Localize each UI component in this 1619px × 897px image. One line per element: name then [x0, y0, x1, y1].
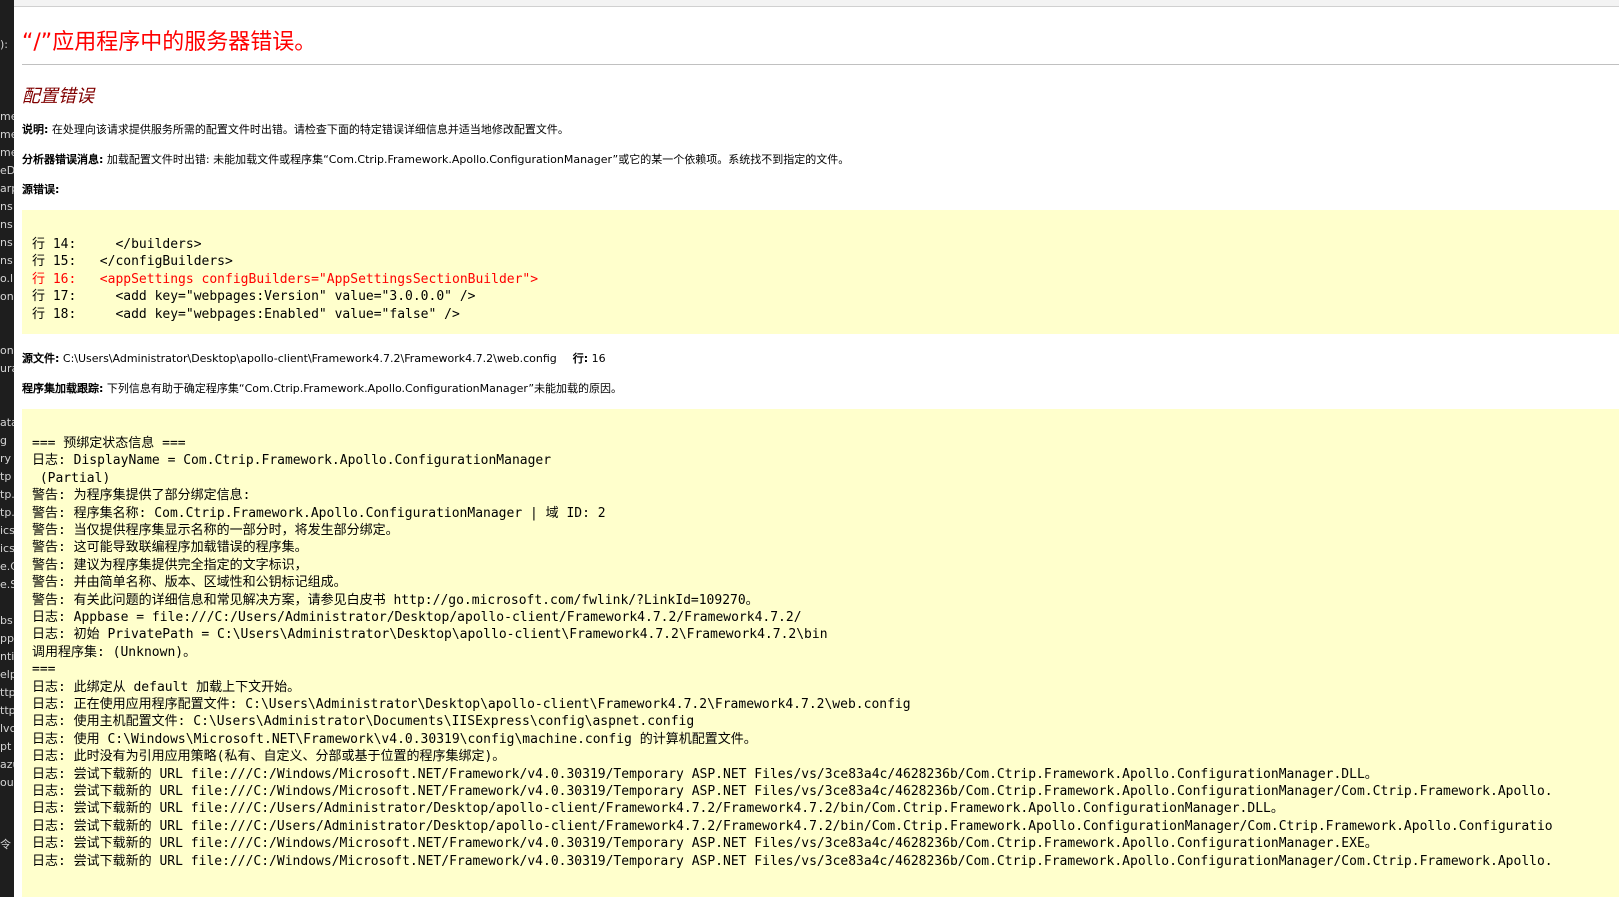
- source-file-path: C:\Users\Administrator\Desktop\apollo-cl…: [59, 352, 557, 365]
- trace-line: 警告: 为程序集提供了部分绑定信息:: [32, 488, 251, 504]
- side-panel-text: eD: [0, 164, 14, 177]
- side-panel-text: tp: [0, 470, 12, 483]
- trace-line: 日志: 尝试下载新的 URL file:///C:/Windows/Micros…: [32, 784, 1553, 799]
- side-panel-text: tp.: [0, 506, 14, 519]
- assembly-trace-text: 下列信息有助于确定程序集“Com.Ctrip.Framework.Apollo.…: [103, 382, 623, 395]
- error-page: “/”应用程序中的服务器错误。 配置错误 说明: 在处理向该请求提供服务所需的配…: [22, 0, 1619, 897]
- trace-line: ===: [32, 662, 56, 678]
- side-panel-text: ata: [0, 416, 14, 429]
- trace-line: 警告: 有关此问题的详细信息和常见解决方案，请参见白皮书 http://go.m…: [32, 592, 759, 608]
- side-panel-text: azu: [0, 758, 14, 771]
- side-panel-text: ics: [0, 524, 14, 537]
- trace-line: 警告: 建议为程序集提供完全指定的文字标识，: [32, 557, 308, 573]
- side-panel-text: ):: [0, 38, 8, 51]
- line-number: 16: [588, 352, 606, 365]
- source-line: 行 14: </builders>: [32, 237, 202, 252]
- side-panel-text: e.C: [0, 560, 14, 573]
- source-line: 行 18: <add key="webpages:Enabled" value=…: [32, 306, 460, 322]
- parser-error-line: 分析器错误消息: 加载配置文件时出错: 未能加载文件或程序集“Com.Ctrip…: [22, 151, 849, 167]
- source-code-box: 行 14: </builders> 行 15: </configBuilders>…: [22, 210, 1619, 334]
- side-panel-text: one: [0, 344, 14, 357]
- section-title: 配置错误: [22, 86, 94, 107]
- trace-line: === 预绑定状态信息 ===: [32, 436, 186, 451]
- side-panel-text: ns: [0, 218, 13, 231]
- trace-line: 警告: 并由简单名称、版本、区域性和公钥标记组成。: [32, 575, 347, 591]
- side-panel-text: arp: [0, 182, 14, 195]
- side-panel-text: ttp: [0, 686, 14, 699]
- trace-line: 日志: 尝试下载新的 URL file:///C:/Users/Administ…: [32, 818, 1553, 834]
- parser-error-label: 分析器错误消息:: [22, 153, 104, 166]
- description-label: 说明:: [22, 123, 49, 136]
- side-panel-text: me: [0, 146, 14, 159]
- side-panel-text: ns: [0, 236, 13, 249]
- side-panel-text: pp: [0, 632, 14, 645]
- trace-line: 调用程序集: (Unknown)。: [32, 644, 197, 660]
- side-panel-text: bs: [0, 614, 13, 627]
- side-panel-text: on: [0, 290, 14, 303]
- side-panel-text: nti: [0, 650, 14, 663]
- title-divider: [22, 64, 1619, 65]
- trace-line: 日志: 尝试下载新的 URL file:///C:/Windows/Micros…: [32, 853, 1553, 869]
- source-file-label: 源文件:: [22, 352, 60, 365]
- source-file-line: 源文件: C:\Users\Administrator\Desktop\apol…: [22, 350, 606, 366]
- side-panel-text: 令: [0, 838, 11, 851]
- trace-line: 日志: 尝试下载新的 URL file:///C:/Windows/Micros…: [32, 836, 1378, 852]
- source-error-label: 源错误:: [22, 183, 60, 196]
- side-panel-text: elp: [0, 668, 14, 681]
- parser-error-text: 加载配置文件时出错: 未能加载文件或程序集“Com.Ctrip.Framewor…: [103, 153, 850, 166]
- editor-side-panel: ): me me me eD arp ns ns ns ns o.lr on one ura ata g ry t…: [0, 0, 14, 897]
- trace-line: 警告: 当仅提供程序集显示名称的一部分时，将发生部分绑定。: [32, 523, 399, 538]
- assembly-trace-label: 程序集加载跟踪:: [22, 382, 104, 395]
- source-line: 行 17: <add key="webpages:Version" value=…: [32, 289, 476, 305]
- trace-line: 日志: 此绑定从 default 加载上下文开始。: [32, 679, 301, 695]
- side-panel-text: ry: [0, 452, 12, 465]
- description-line: 说明: 在处理向该请求提供服务所需的配置文件时出错。请检查下面的特定错误详细信息…: [22, 121, 569, 137]
- source-line-highlighted: 行 16: <appSettings configBuilders="AppSe…: [32, 271, 539, 287]
- assembly-trace-box: === 预绑定状态信息 === 日志: DisplayName = Com.Ctr…: [22, 409, 1619, 897]
- description-text: 在处理向该请求提供服务所需的配置文件时出错。请检查下面的特定错误详细信息并适当地…: [48, 123, 569, 136]
- side-panel-text: o.lr: [0, 272, 14, 285]
- side-panel-text: ttp: [0, 704, 14, 717]
- trace-line: 日志: DisplayName = Com.Ctrip.Framework.Ap…: [32, 453, 552, 469]
- line-label: 行:: [572, 352, 589, 365]
- side-panel-text: lvc: [0, 722, 14, 735]
- side-panel-text: ics: [0, 542, 14, 555]
- side-panel-text: tp.: [0, 488, 14, 501]
- trace-line: 日志: 正在使用应用程序配置文件: C:\Users\Administrator…: [32, 697, 911, 712]
- trace-line: 日志: 尝试下载新的 URL file:///C:/Users/Administ…: [32, 801, 1284, 817]
- side-panel-text: pt: [0, 740, 12, 753]
- side-panel-text: ura: [0, 362, 14, 375]
- assembly-trace-line: 程序集加载跟踪: 下列信息有助于确定程序集“Com.Ctrip.Framewor…: [22, 380, 622, 396]
- trace-line: (Partial): [32, 470, 111, 486]
- trace-line: 日志: 初始 PrivatePath = C:\Users\Administra…: [32, 627, 828, 643]
- trace-line: 警告: 程序集名称: Com.Ctrip.Framework.Apollo.Co…: [32, 505, 606, 521]
- trace-line: 日志: 使用 C:\Windows\Microsoft.NET\Framewor…: [32, 731, 757, 747]
- side-panel-text: e.S: [0, 578, 14, 591]
- trace-line: 警告: 这可能导致联编程序加载错误的程序集。: [32, 540, 308, 556]
- side-panel-text: g: [0, 434, 7, 447]
- trace-line: 日志: 此时没有为引用应用策略(私有、自定义、分部或基于位置的程序集绑定)。: [32, 749, 506, 765]
- side-panel-text: me: [0, 110, 14, 123]
- source-error-heading: 源错误:: [22, 181, 59, 197]
- side-panel-text: ou: [0, 776, 14, 789]
- source-line: 行 15: </configBuilders>: [32, 254, 233, 270]
- side-panel-text: ns: [0, 200, 13, 213]
- side-panel-text: ns: [0, 254, 13, 267]
- page-title: “/”应用程序中的服务器错误。: [22, 30, 317, 55]
- trace-line: 日志: Appbase = file:///C:/Users/Administr…: [32, 610, 802, 625]
- trace-line: 日志: 使用主机配置文件: C:\Users\Administrator\Doc…: [32, 714, 695, 730]
- side-panel-text: me: [0, 128, 14, 141]
- trace-line: 日志: 尝试下载新的 URL file:///C:/Windows/Micros…: [32, 766, 1378, 782]
